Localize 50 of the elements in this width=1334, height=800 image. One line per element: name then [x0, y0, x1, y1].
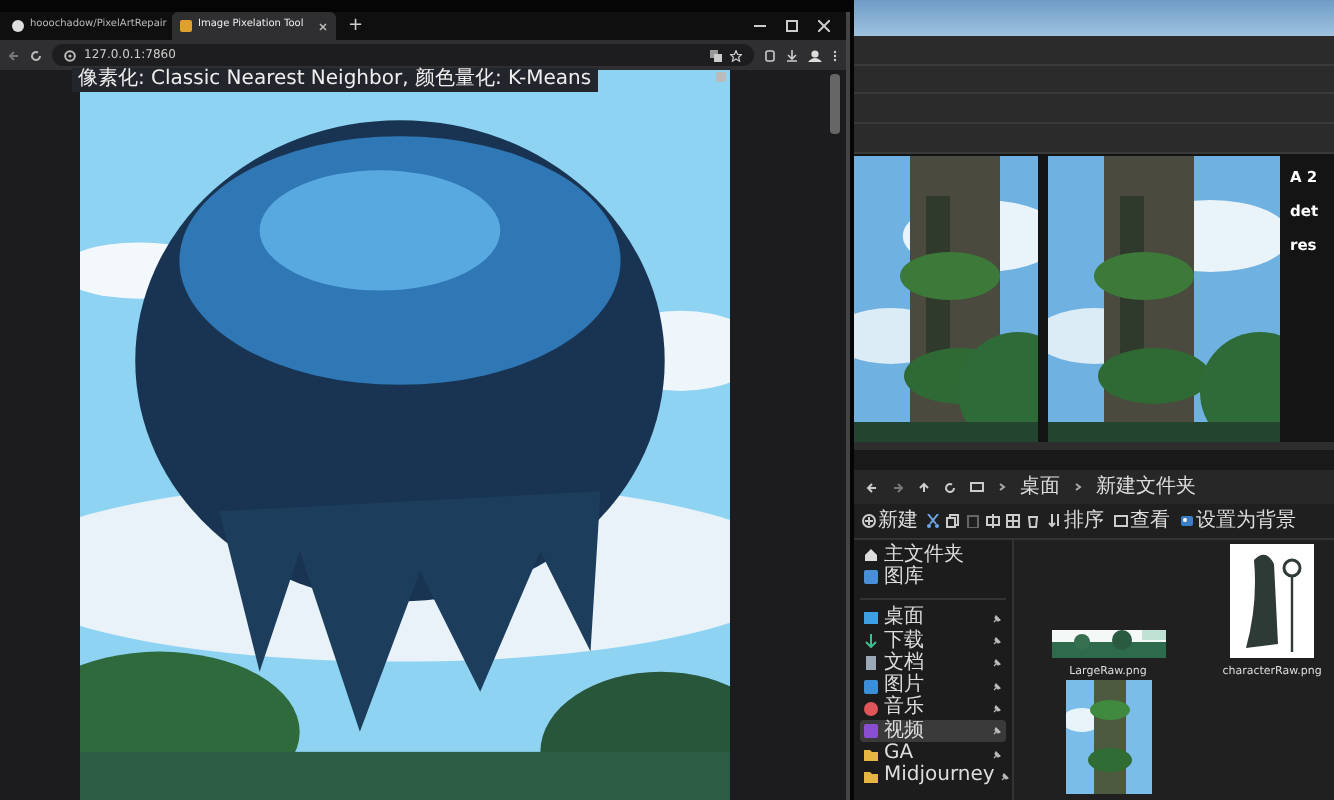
reload-icon[interactable]: [30, 49, 42, 61]
toolbar-button[interactable]: 新建: [860, 511, 920, 531]
profile-icon[interactable]: [808, 49, 822, 61]
sidebar-item[interactable]: 下载: [860, 629, 1006, 653]
sidebar-item[interactable]: 桌面: [860, 607, 1006, 630]
close-icon[interactable]: [818, 20, 830, 32]
sort-icon: [1048, 514, 1062, 528]
translate-icon[interactable]: [710, 49, 722, 61]
sidebar-item[interactable]: 主文件夹: [860, 544, 1006, 567]
chevron-icon: [1074, 482, 1082, 492]
sidebar-item[interactable]: GA: [860, 742, 1006, 766]
copy-icon[interactable]: [946, 514, 960, 528]
new-tab-button[interactable]: +: [340, 12, 372, 40]
download-icon: [864, 634, 878, 649]
wallpaper-icon: [1180, 514, 1194, 528]
desktop-icon: [864, 611, 878, 626]
up-icon[interactable]: [918, 481, 930, 493]
sidebar-item[interactable]: Midjourney: [860, 765, 1006, 788]
site-info-icon[interactable]: [64, 49, 76, 61]
breadcrumb[interactable]: 桌面: [1020, 472, 1060, 502]
minimize-icon[interactable]: [754, 20, 766, 32]
new-icon: [862, 514, 876, 528]
cut-icon[interactable]: [926, 514, 940, 528]
toolbar-button[interactable]: 查看: [1112, 511, 1172, 531]
rename-icon[interactable]: [986, 514, 1000, 528]
download-icon[interactable]: [786, 49, 798, 61]
sidebar-item[interactable]: 音乐: [860, 697, 1006, 721]
image-caption: 像素化: Classic Nearest Neighbor, 颜色量化: K-Means: [72, 68, 598, 92]
home-icon: [864, 548, 878, 563]
monitor-icon[interactable]: [970, 481, 984, 493]
sidebar-item[interactable]: 图库: [860, 566, 1006, 590]
scrollbar[interactable]: [830, 74, 840, 134]
maximize-icon[interactable]: [786, 20, 798, 32]
star-icon[interactable]: [730, 49, 742, 61]
sidebar-item[interactable]: 文档: [860, 652, 1006, 675]
sidebar-item[interactable]: 图片: [860, 674, 1006, 698]
menu-icon[interactable]: [832, 49, 838, 61]
breadcrumb[interactable]: 新建文件夹: [1096, 472, 1196, 502]
back-icon[interactable]: [866, 481, 878, 493]
close-icon[interactable]: [318, 21, 328, 31]
extensions-icon[interactable]: [764, 49, 776, 61]
toolbar-button[interactable]: 排序: [1046, 511, 1106, 531]
sidebar-item[interactable]: 视频: [860, 720, 1006, 743]
refresh-icon[interactable]: [944, 481, 956, 493]
delete-icon[interactable]: [1026, 514, 1040, 528]
chevron-icon: [998, 482, 1006, 492]
tab-favicon-icon: [180, 20, 192, 32]
forward-icon[interactable]: [892, 481, 904, 493]
toolbar-button[interactable]: 设置为背景: [1178, 511, 1298, 531]
document-icon: [864, 656, 878, 671]
